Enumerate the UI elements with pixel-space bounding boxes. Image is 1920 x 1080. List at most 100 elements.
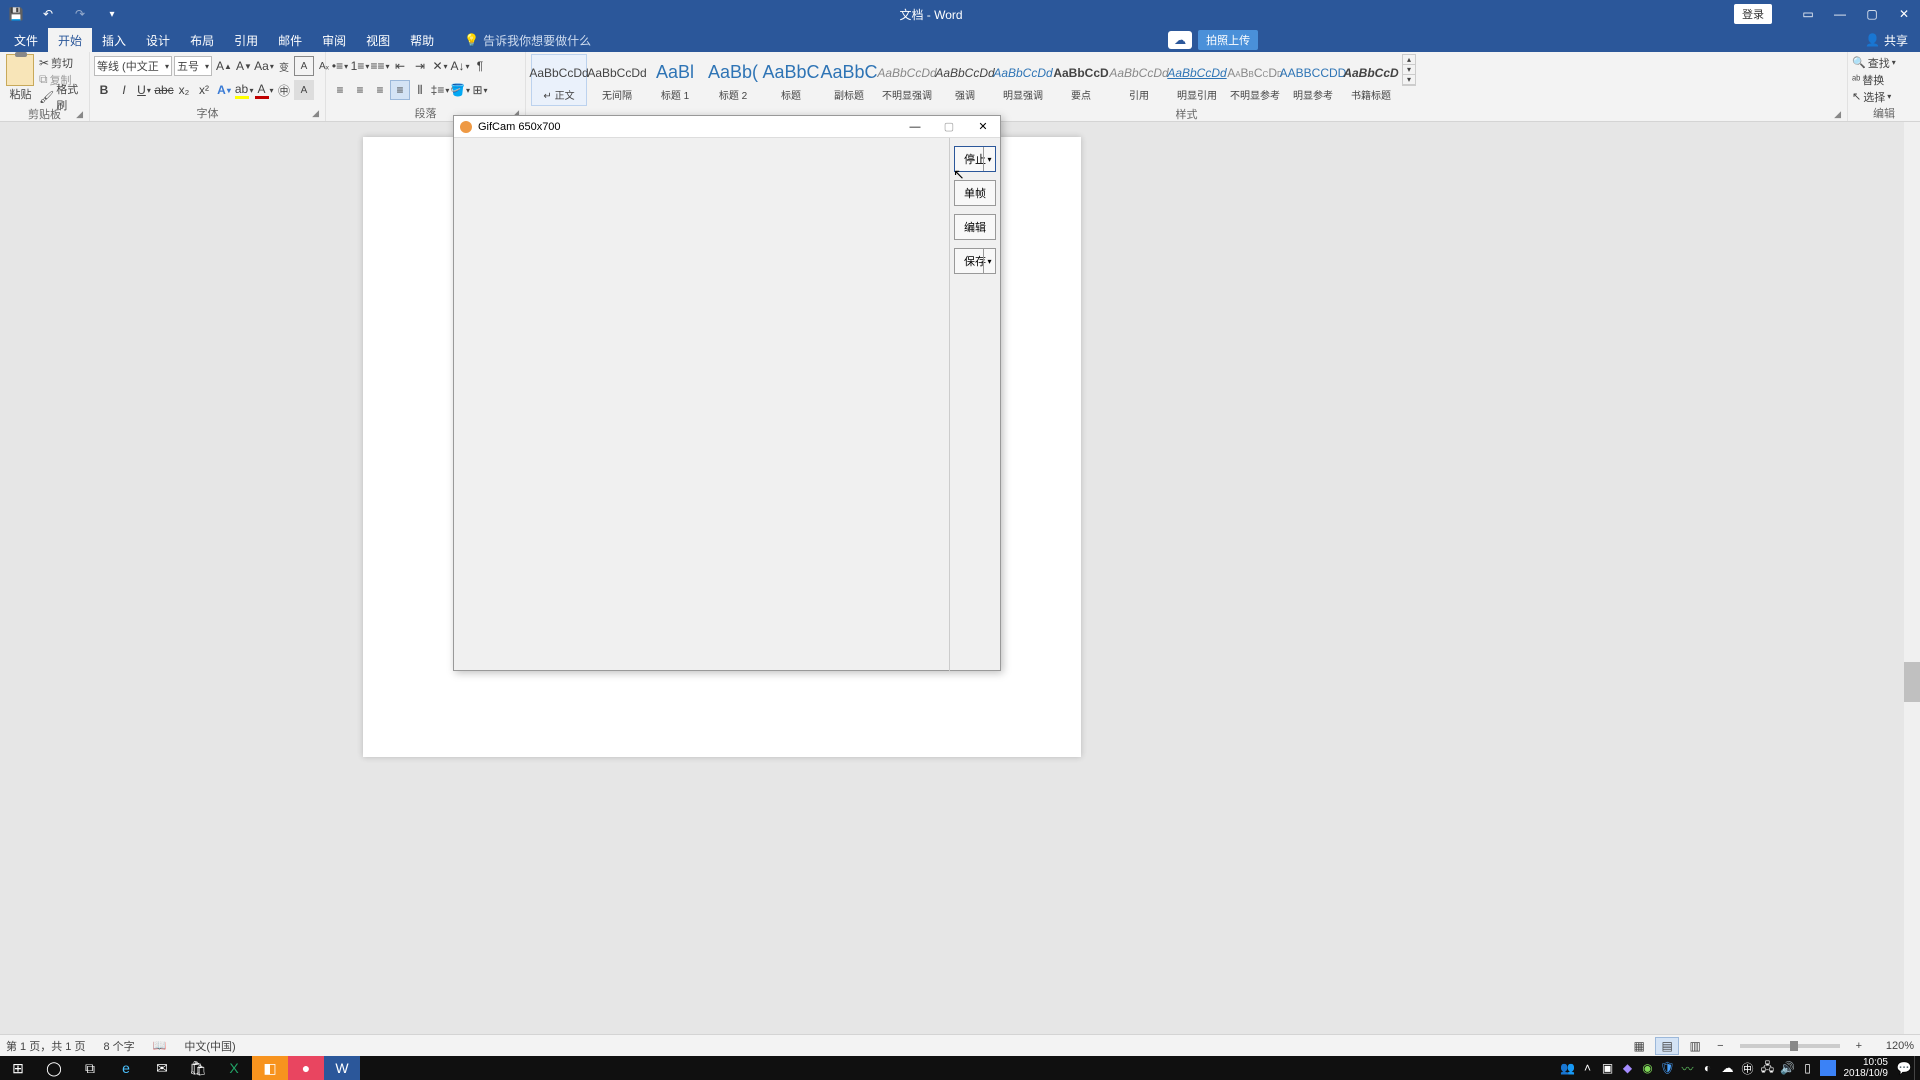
style-item[interactable]: AaBbCcD 书籍标题 [1343, 54, 1399, 106]
distributed-button[interactable]: ⫴ [410, 80, 430, 100]
shading-button[interactable]: 🪣 [450, 80, 470, 100]
start-button[interactable]: ⊞ [0, 1056, 36, 1080]
tray-icon[interactable]: 〰 [1678, 1056, 1698, 1080]
tab-layout[interactable]: 布局 [180, 28, 224, 52]
clipboard-dialog-launcher[interactable]: ◢ [76, 109, 83, 120]
shrink-font-button[interactable]: A▼ [234, 56, 254, 76]
tell-me-search[interactable]: 💡 告诉我你想要做什么 [464, 32, 591, 49]
tray-ime-icon[interactable]: ㊥ [1738, 1056, 1758, 1080]
tab-design[interactable]: 设计 [136, 28, 180, 52]
style-item[interactable]: AaBbCcDd 无间隔 [589, 54, 645, 106]
align-center-button[interactable]: ≡ [350, 80, 370, 100]
task-view-icon[interactable]: ⧉ [72, 1056, 108, 1080]
tray-volume-icon[interactable]: 🔊 [1778, 1056, 1798, 1080]
style-item[interactable]: AaBbCcDd 强调 [937, 54, 993, 106]
view-web-layout[interactable]: ▥ [1683, 1037, 1707, 1055]
gifcam-maximize-icon[interactable]: ▢ [932, 116, 966, 138]
highlight-button[interactable]: ab [234, 80, 254, 100]
format-painter-button[interactable]: 🖌格式刷 [39, 88, 85, 105]
show-marks-button[interactable]: ¶ [470, 56, 490, 76]
phonetic-guide-button[interactable]: 变 [274, 56, 294, 76]
status-words[interactable]: 8 个字 [103, 1038, 134, 1054]
styles-gallery[interactable]: AaBbCcDd↵ 正文AaBbCcDd 无间隔AaBl 标题 1AaBb( 标… [530, 54, 1400, 106]
style-item[interactable]: AaBbCcDd 明显引用 [1169, 54, 1225, 106]
style-item[interactable]: AaBbCcDd 明显强调 [995, 54, 1051, 106]
zoom-out-button[interactable]: − [1711, 1040, 1729, 1052]
text-effects-button[interactable]: A [214, 80, 234, 100]
style-item[interactable]: AaBbCcDd 不明显强调 [879, 54, 935, 106]
gifcam-frame-button[interactable]: 单帧 [954, 180, 996, 206]
bold-button[interactable]: B [94, 80, 114, 100]
style-item[interactable]: AaBbCcDd 引用 [1111, 54, 1167, 106]
redo-icon[interactable]: ↷ [64, 0, 96, 28]
font-size-combo[interactable]: 五号▾ [174, 56, 212, 76]
font-color-button[interactable]: A [254, 80, 274, 100]
gifcam-edit-button[interactable]: 编辑 [954, 214, 996, 240]
gifcam-close-icon[interactable]: ✕ [966, 116, 1000, 138]
tray-icon[interactable]: ◆ [1618, 1056, 1638, 1080]
tray-overflow-icon[interactable]: ˄ [1578, 1056, 1598, 1080]
copy-button[interactable]: ⧉复制 [39, 71, 85, 88]
asian-layout-button[interactable]: ✕ [430, 56, 450, 76]
taskbar-app-icon[interactable]: ◧ [252, 1056, 288, 1080]
taskbar-word-icon[interactable]: W [324, 1056, 360, 1080]
tab-review[interactable]: 审阅 [312, 28, 356, 52]
chevron-down-icon[interactable]: ▾ [983, 249, 995, 273]
styles-more-button[interactable]: ▾ [1403, 75, 1415, 85]
increase-indent-button[interactable]: ⇥ [410, 56, 430, 76]
underline-button[interactable]: U [134, 80, 154, 100]
zoom-slider-thumb[interactable] [1790, 1041, 1798, 1051]
font-dialog-launcher[interactable]: ◢ [312, 108, 319, 119]
style-item[interactable]: AaBb( 标题 2 [705, 54, 761, 106]
status-spellcheck-icon[interactable]: 📖 [153, 1039, 167, 1052]
borders-button[interactable]: ⊞ [470, 80, 490, 100]
gifcam-minimize-icon[interactable]: — [898, 116, 932, 138]
share-button[interactable]: 👤 共享 [1853, 32, 1920, 49]
zoom-level[interactable]: 120% [1872, 1040, 1914, 1052]
styles-scroll-up[interactable]: ▴ [1403, 55, 1415, 65]
zoom-slider[interactable] [1740, 1044, 1840, 1048]
save-icon[interactable]: 💾 [0, 0, 32, 28]
style-item[interactable]: AABBCCDD 明显参考 [1285, 54, 1341, 106]
align-left-button[interactable]: ≡ [330, 80, 350, 100]
paste-button[interactable]: 粘贴 [4, 54, 37, 106]
styles-scroll-down[interactable]: ▾ [1403, 65, 1415, 75]
tray-icon[interactable]: ◉ [1638, 1056, 1658, 1080]
align-right-button[interactable]: ≡ [370, 80, 390, 100]
tab-view[interactable]: 视图 [356, 28, 400, 52]
tab-home[interactable]: 开始 [48, 28, 92, 52]
vertical-scrollbar[interactable] [1904, 122, 1920, 1034]
scrollbar-thumb[interactable] [1904, 662, 1920, 702]
chevron-down-icon[interactable]: ▾ [983, 147, 995, 171]
taskbar-store-icon[interactable]: 🛍 [180, 1056, 216, 1080]
status-language[interactable]: 中文(中国) [184, 1038, 235, 1054]
font-name-combo[interactable]: 等线 (中文正▾ [94, 56, 172, 76]
find-button[interactable]: 🔍查找▾ [1852, 54, 1896, 71]
tray-app-icon[interactable] [1820, 1060, 1836, 1076]
style-item[interactable]: AaBbCcDd↵ 正文 [531, 54, 587, 106]
style-item[interactable]: AaBbC 标题 [763, 54, 819, 106]
superscript-button[interactable]: x² [194, 80, 214, 100]
close-icon[interactable]: ✕ [1888, 0, 1920, 28]
action-center-icon[interactable]: 💬 [1894, 1056, 1914, 1080]
numbering-button[interactable]: 1≡ [350, 56, 370, 76]
style-item[interactable]: AaBl 标题 1 [647, 54, 703, 106]
cut-button[interactable]: ✂剪切 [39, 54, 85, 71]
taskbar-gifcam-icon[interactable]: ● [288, 1056, 324, 1080]
cloud-icon[interactable]: ☁ [1168, 31, 1192, 49]
select-button[interactable]: ↖选择▾ [1852, 88, 1896, 105]
gifcam-titlebar[interactable]: GifCam 650x700 — ▢ ✕ [454, 116, 1000, 138]
taskbar-edge-icon[interactable]: e [108, 1056, 144, 1080]
status-page[interactable]: 第 1 页，共 1 页 [6, 1038, 85, 1054]
maximize-icon[interactable]: ▢ [1856, 0, 1888, 28]
subscript-button[interactable]: x₂ [174, 80, 194, 100]
char-shading-button[interactable]: A [294, 80, 314, 100]
styles-dialog-launcher[interactable]: ◢ [1834, 109, 1841, 120]
style-item[interactable]: AaBbCcD 要点 [1053, 54, 1109, 106]
line-spacing-button[interactable]: ‡≡ [430, 80, 450, 100]
sort-button[interactable]: A↓ [450, 56, 470, 76]
style-item[interactable]: AaBbC 副标题 [821, 54, 877, 106]
decrease-indent-button[interactable]: ⇤ [390, 56, 410, 76]
tray-icon[interactable]: ▣ [1598, 1056, 1618, 1080]
ribbon-display-icon[interactable]: ▭ [1792, 0, 1824, 28]
